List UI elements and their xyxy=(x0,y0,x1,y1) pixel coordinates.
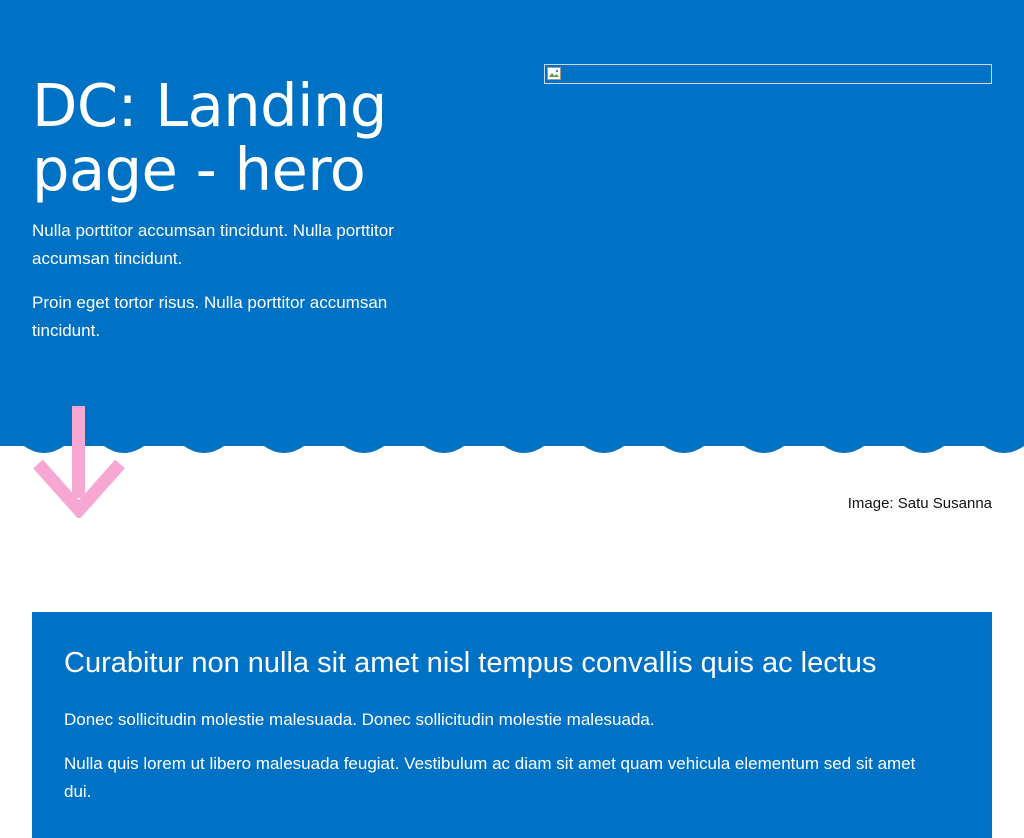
hero-title: DC: Landing page - hero xyxy=(32,71,387,204)
image-caption: Image: Satu Susanna xyxy=(847,495,992,512)
hero-section: DC: Landing page - hero Nulla porttitor … xyxy=(0,0,1024,446)
broken-image-icon xyxy=(547,67,561,80)
wave-divider xyxy=(0,436,1024,453)
callout-paragraph: Donec sollicitudin molestie malesuada. D… xyxy=(64,710,655,729)
hero-paragraph: Nulla porttitor accumsan tincidunt. Null… xyxy=(32,221,394,268)
callout-title: Curabitur non nulla sit amet nisl tempus… xyxy=(64,647,877,679)
arrow-down-icon xyxy=(33,406,125,518)
callout-paragraph: Nulla quis lorem ut libero malesuada feu… xyxy=(64,754,916,801)
hero-image xyxy=(544,64,992,84)
hero-paragraph: Proin eget tortor risus. Nulla porttitor… xyxy=(32,293,388,340)
